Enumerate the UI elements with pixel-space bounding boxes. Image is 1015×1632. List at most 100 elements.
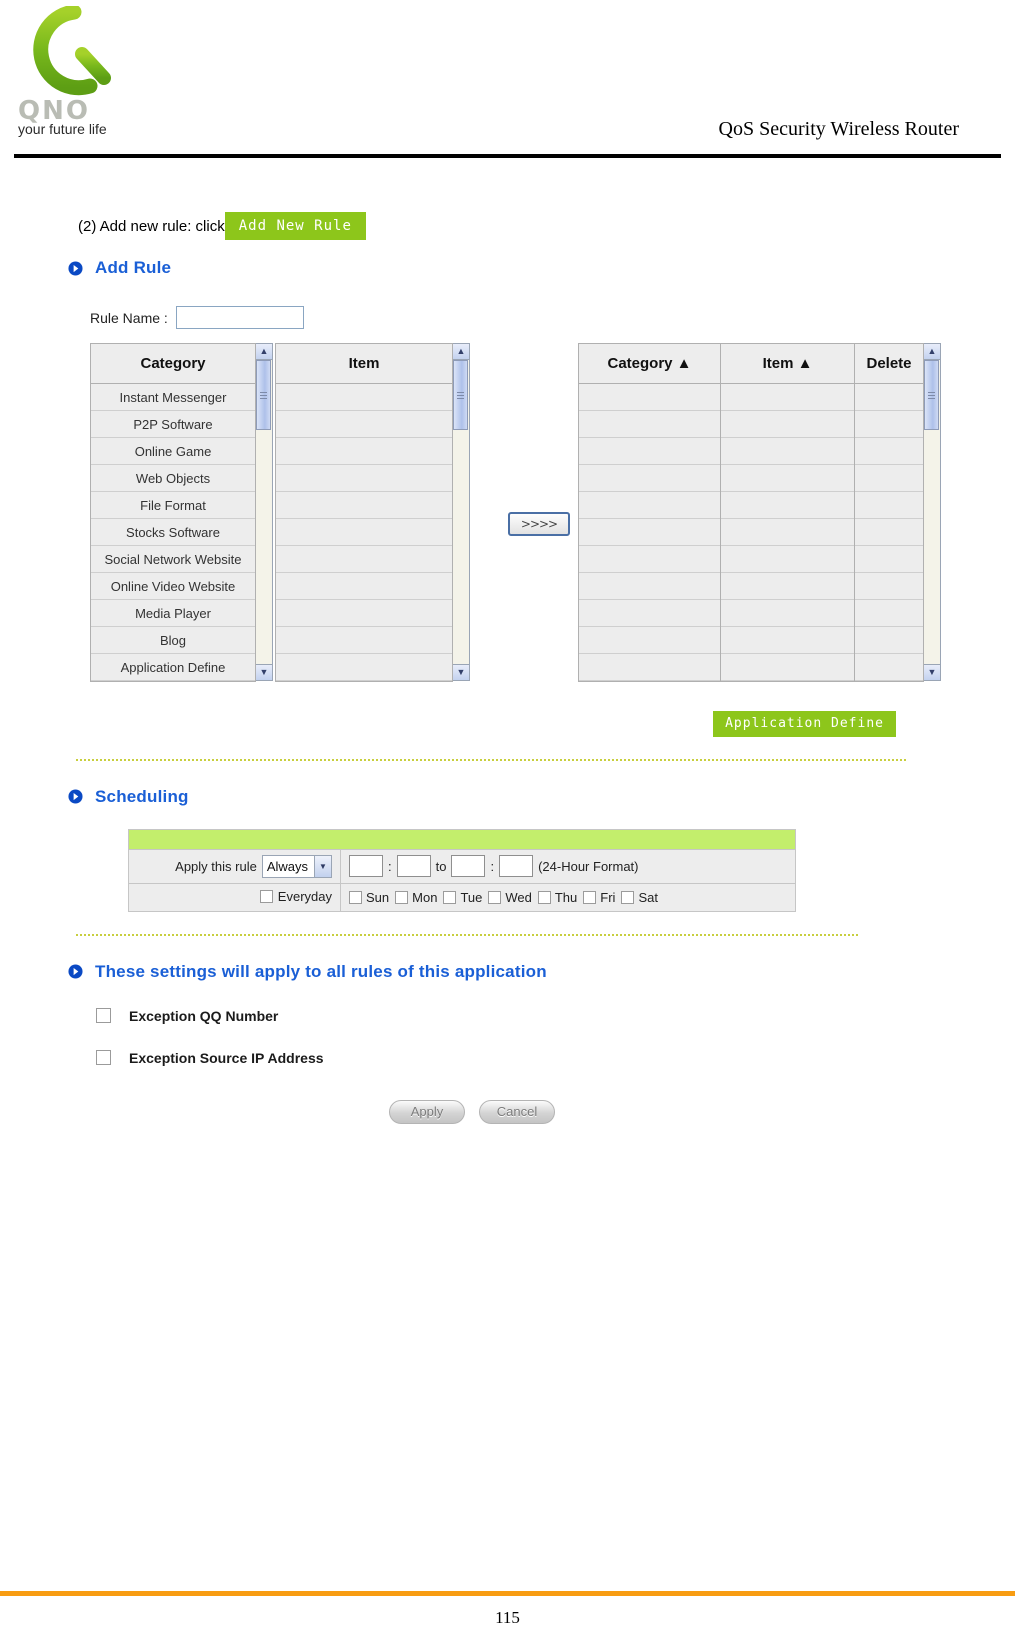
table-row[interactable] [721,546,854,573]
table-row[interactable] [579,546,720,573]
scrollbar-thumb[interactable] [453,360,468,430]
table-row[interactable] [579,492,720,519]
table-row[interactable] [579,438,720,465]
scroll-down-icon[interactable]: ▼ [453,664,469,680]
selected-rules-table[interactable]: Category ▲ Item ▲ Delete ▲ ▼ [578,343,941,682]
table-row[interactable] [855,519,923,546]
table-row[interactable] [721,654,854,681]
table-row[interactable] [579,384,720,411]
end-minute-input[interactable] [499,855,534,878]
table-row[interactable] [855,546,923,573]
table-row[interactable] [721,411,854,438]
table-row[interactable] [721,465,854,492]
table-row[interactable] [721,438,854,465]
table-row[interactable] [579,465,720,492]
item-option[interactable] [276,600,452,627]
sun-checkbox[interactable] [349,890,362,904]
selected-table-scrollbar[interactable]: ▲ ▼ [924,343,941,681]
category-option[interactable]: Online Video Website [91,573,255,600]
table-row[interactable] [579,654,720,681]
day-toggle-tue[interactable]: Tue [443,890,482,905]
table-row[interactable] [579,600,720,627]
category-option[interactable]: Social Network Website [91,546,255,573]
item-option[interactable] [276,438,452,465]
category-option[interactable]: Blog [91,627,255,654]
available-category-listbox[interactable]: Category Instant Messenger P2P Software … [90,343,273,682]
rule-name-input[interactable] [175,306,304,329]
day-toggle-sun[interactable]: Sun [349,890,389,905]
item-option[interactable] [276,573,452,600]
item-option[interactable] [276,654,452,681]
exception-qq-number-checkbox[interactable] [96,1008,111,1024]
item-option[interactable] [276,546,452,573]
table-row[interactable] [721,600,854,627]
add-new-rule-button[interactable]: Add New Rule [224,211,366,241]
table-row[interactable] [721,384,854,411]
sat-checkbox[interactable] [621,890,635,904]
table-row[interactable] [579,573,720,600]
chevron-down-icon[interactable]: ▼ [314,855,331,877]
table-row[interactable] [721,627,854,654]
scroll-down-icon[interactable]: ▼ [924,664,940,680]
table-row[interactable] [855,438,923,465]
item-option[interactable] [276,492,452,519]
fri-checkbox[interactable] [583,890,597,904]
thu-checkbox[interactable] [537,890,551,904]
category-option[interactable]: Application Define [91,654,255,681]
table-row[interactable] [855,573,923,600]
cancel-button[interactable]: Cancel [479,1099,555,1124]
scrollbar-thumb[interactable] [924,360,939,430]
category-option[interactable]: Online Game [91,438,255,465]
day-toggle-thu[interactable]: Thu [537,890,577,905]
start-hour-input[interactable] [349,855,383,878]
table-row[interactable] [579,411,720,438]
start-minute-input[interactable] [396,855,431,878]
category-option[interactable]: File Format [91,492,255,519]
table-row[interactable] [855,654,923,681]
selected-item-header[interactable]: Item ▲ [721,344,854,384]
scroll-up-icon[interactable]: ▲ [453,344,469,360]
table-row[interactable] [855,492,923,519]
table-row[interactable] [855,627,923,654]
tue-checkbox[interactable] [443,890,457,904]
table-row[interactable] [579,627,720,654]
table-row[interactable] [855,384,923,411]
table-row[interactable] [721,519,854,546]
category-option[interactable]: Media Player [91,600,255,627]
scroll-up-icon[interactable]: ▲ [256,344,272,360]
scroll-up-icon[interactable]: ▲ [924,344,940,360]
day-toggle-sat[interactable]: Sat [621,890,658,905]
table-row[interactable] [855,465,923,492]
apply-button[interactable]: Apply [389,1099,465,1124]
exception-qq-number-row[interactable]: Exception QQ Number [96,1008,940,1024]
table-row[interactable] [855,600,923,627]
table-row[interactable] [855,411,923,438]
scrollbar-thumb[interactable] [256,360,271,430]
end-hour-input[interactable] [451,855,486,878]
mon-checkbox[interactable] [395,890,409,904]
item-option[interactable] [276,627,452,654]
table-row[interactable] [579,519,720,546]
scroll-down-icon[interactable]: ▼ [256,664,272,680]
application-define-button[interactable]: Application Define [713,711,896,737]
available-item-listbox[interactable]: Item ▲ ▼ [275,343,470,682]
table-row[interactable] [721,492,854,519]
item-option[interactable] [276,384,452,411]
exception-source-ip-checkbox[interactable] [96,1050,111,1066]
exception-source-ip-row[interactable]: Exception Source IP Address [96,1050,940,1066]
move-right-button[interactable]: >>>> [508,512,570,536]
everyday-checkbox[interactable] [259,889,273,903]
selected-category-header[interactable]: Category ▲ [579,344,720,384]
category-option[interactable]: Stocks Software [91,519,255,546]
item-option[interactable] [276,519,452,546]
item-option[interactable] [276,411,452,438]
table-row[interactable] [721,573,854,600]
wed-checkbox[interactable] [488,890,502,904]
item-list-scrollbar[interactable]: ▲ ▼ [453,343,470,681]
apply-rule-select[interactable]: Always ▼ [261,854,332,878]
day-toggle-wed[interactable]: Wed [488,890,532,905]
category-option[interactable]: P2P Software [91,411,255,438]
category-list-scrollbar[interactable]: ▲ ▼ [256,343,273,681]
item-option[interactable] [276,465,452,492]
day-toggle-mon[interactable]: Mon [395,890,437,905]
